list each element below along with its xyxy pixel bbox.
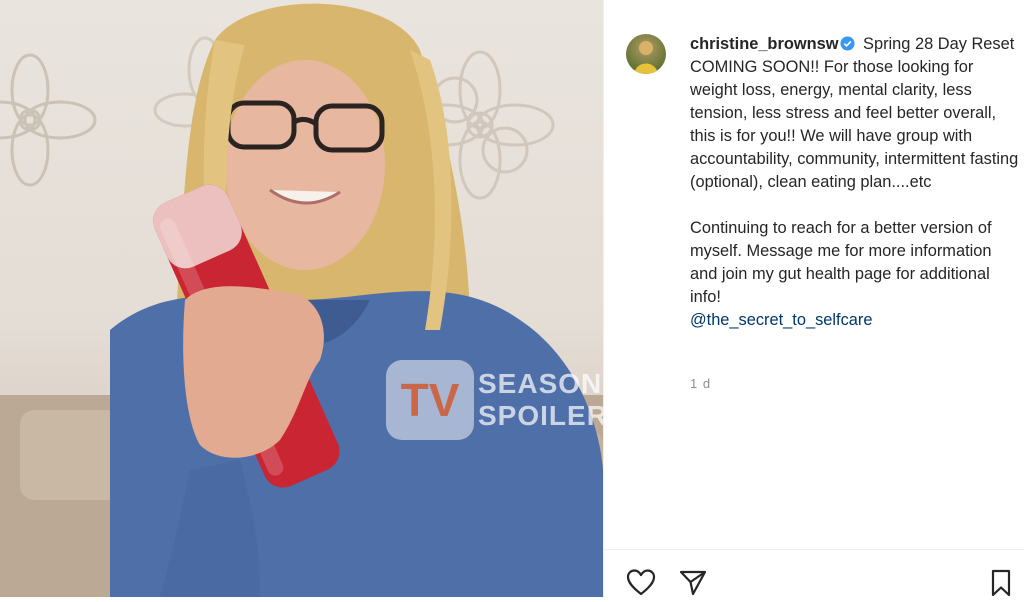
caption-text: Spring 28 Day Reset COMING SOON!! For th… [690, 35, 1023, 191]
post-photo[interactable]: TV SEASON SPOILERS [0, 0, 603, 597]
post-caption: christine_brownsw Spring 28 Day Reset CO… [690, 33, 1020, 332]
post-timestamp[interactable]: 1 d [690, 376, 711, 391]
watermark-line2: SPOILERS [478, 400, 603, 431]
share-icon [679, 570, 707, 596]
avatar-image [634, 41, 658, 74]
face [225, 60, 385, 270]
watermark-logo: TV [386, 360, 474, 440]
save-button[interactable] [986, 569, 1016, 597]
post-photo-illustration [0, 3, 603, 597]
bookmark-icon [991, 569, 1011, 597]
post-sidebar: christine_brownsw Spring 28 Day Reset CO… [604, 0, 1024, 597]
share-button[interactable] [678, 569, 708, 597]
action-bar-divider [604, 549, 1024, 550]
like-button[interactable] [626, 569, 656, 597]
username-link[interactable]: christine_brownsw [690, 35, 838, 53]
verified-icon [840, 36, 855, 51]
caption-text-second: Continuing to reach for a better version… [690, 219, 997, 306]
watermark: TV SEASON SPOILERS [386, 360, 603, 440]
wall-flower-decor-left [0, 53, 97, 187]
avatar[interactable] [626, 34, 666, 74]
heart-icon [626, 569, 656, 596]
mention-link[interactable]: @the_secret_to_selfcare [690, 309, 1020, 332]
watermark-line1: SEASON [478, 368, 603, 399]
